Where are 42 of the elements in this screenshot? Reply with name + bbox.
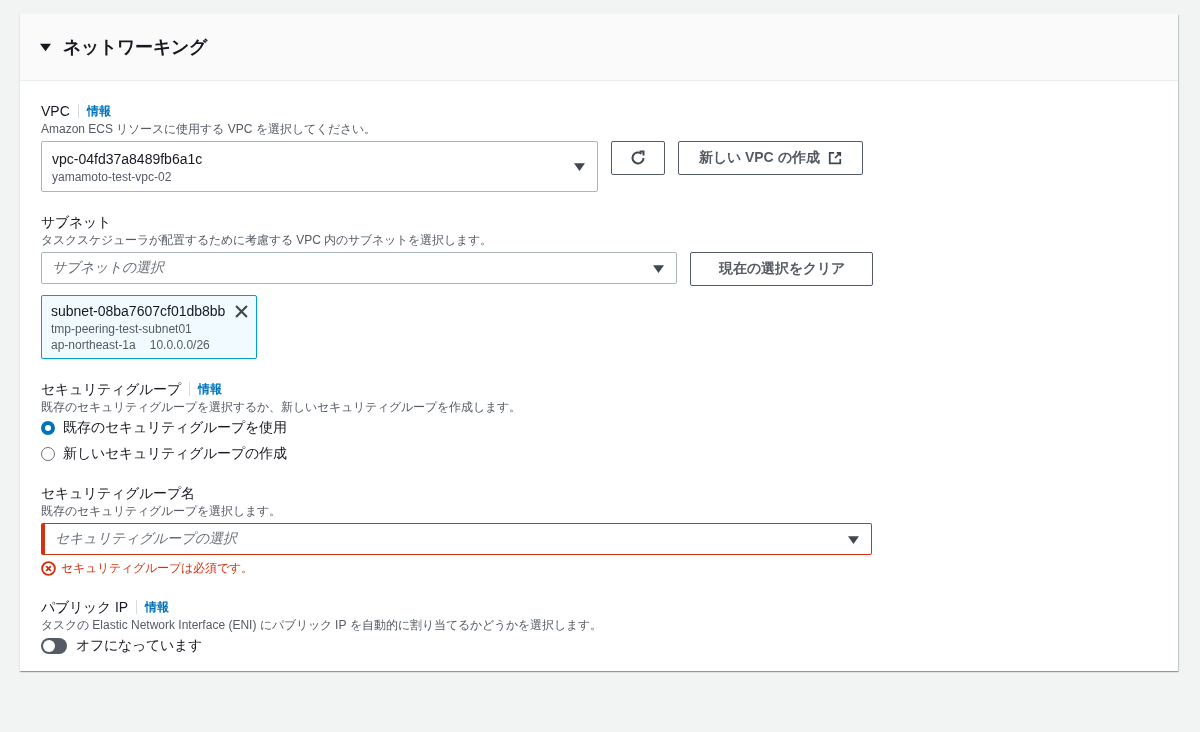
refresh-button[interactable]: [611, 141, 665, 175]
select-value: vpc-04fd37a8489fb6a1c: [52, 149, 203, 169]
subnet-select[interactable]: サブネットの選択: [41, 252, 677, 284]
field-label: サブネット: [41, 213, 111, 232]
select-value-detail: yamamoto-test-vpc-02: [52, 168, 173, 185]
token-name: tmp-peering-test-subnet01: [51, 321, 193, 337]
field-description: 既存のセキュリティグループを選択します。: [41, 503, 282, 519]
create-vpc-button[interactable]: 新しい VPC の作成: [678, 141, 863, 175]
radio-button[interactable]: [41, 421, 55, 435]
clear-selection-button[interactable]: 現在の選択をクリア: [690, 252, 873, 286]
security-group-select[interactable]: セキュリティグループの選択: [41, 523, 872, 555]
field-label: VPC: [41, 102, 70, 121]
field-label: パブリック IP: [41, 598, 129, 617]
field-description: タスクの Elastic Network Interface (ENI) にパブリック IP を自動的に割り当てるかどうかを選択します。: [41, 617, 603, 633]
field-label: セキュリティグループ名: [41, 484, 195, 503]
field-label: セキュリティグループ: [41, 380, 181, 399]
external-link-icon: [827, 151, 842, 165]
close-button[interactable]: [235, 304, 249, 318]
section-title: ネットワーキング: [63, 36, 207, 59]
refresh-icon: [630, 150, 646, 166]
dropdown-caret-icon: [848, 533, 859, 545]
radio-option[interactable]: 新しいセキュリティグループの作成: [41, 445, 1158, 463]
token-title: subnet-08ba7607cf01db8bb: [51, 302, 226, 321]
close-icon: [235, 304, 249, 318]
radio-option[interactable]: 既存のセキュリティグループを使用: [41, 419, 1158, 437]
vpc-select[interactable]: vpc-04fd37a8489fb6a1c yamamoto-test-vpc-02: [41, 141, 598, 192]
field-description: Amazon ECS リソースに使用する VPC を選択してください。: [41, 121, 377, 137]
toggle-switch[interactable]: [41, 638, 67, 654]
info-link[interactable]: 情報: [86, 101, 111, 121]
error-icon: [41, 561, 56, 576]
toggle-label: オフになっています: [76, 637, 202, 655]
info-link[interactable]: 情報: [198, 379, 222, 399]
dropdown-caret-icon: [653, 262, 664, 274]
field-description: タスクスケジューラが配置するために考慮する VPC 内のサブネットを選択します。: [41, 232, 494, 248]
info-link[interactable]: 情報: [145, 597, 170, 617]
token-cidr: 10.0.0.0/26: [149, 337, 210, 353]
error-message: セキュリティグループは必須です。: [61, 560, 253, 577]
section-toggle[interactable]: ネットワーキング: [40, 35, 207, 59]
caret-icon: [40, 41, 51, 53]
token-zone: ap-northeast-1a: [51, 337, 136, 353]
field-description: 既存のセキュリティグループを選択するか、新しいセキュリティグループを作成します。: [41, 399, 522, 415]
dropdown-caret-icon: [574, 161, 585, 172]
